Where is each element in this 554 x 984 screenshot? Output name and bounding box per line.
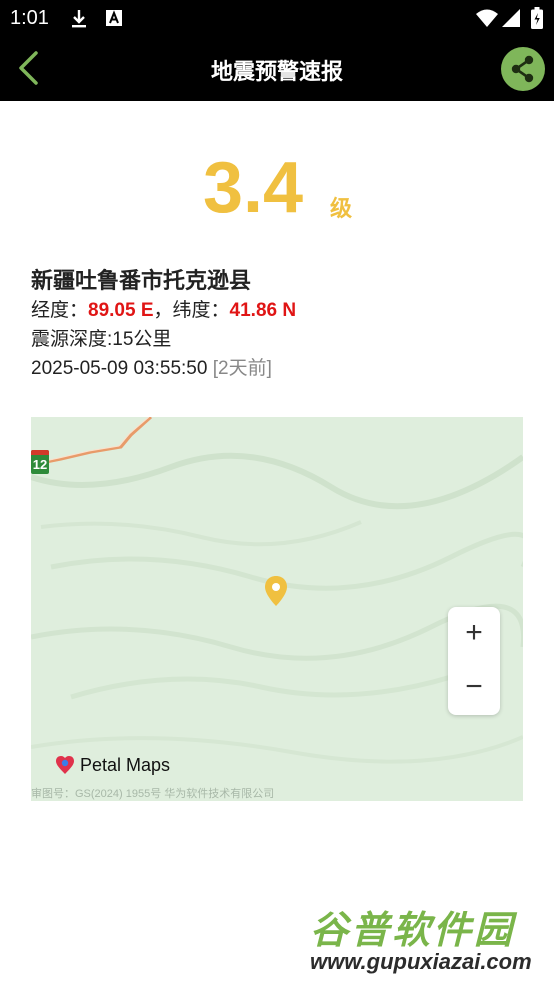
- coord-separator: ，: [153, 300, 173, 321]
- latitude-value: 41.86 N: [229, 300, 297, 321]
- epicenter-pin-icon[interactable]: [264, 575, 288, 607]
- quake-location: 新疆吐鲁番市托克逊县: [31, 268, 252, 293]
- depth-text: 震源深度:15公里: [31, 329, 172, 350]
- petal-maps-icon: [56, 756, 74, 775]
- status-bar: 1:01: [0, 0, 554, 36]
- datetime-row: 2025-05-09 03:55:50 [2天前]: [31, 354, 296, 383]
- signal-icon: [502, 9, 520, 27]
- app-bar: 地震预警速报: [0, 36, 554, 101]
- status-time: 1:01: [10, 7, 49, 29]
- map-copyright: 审图号：GS(2024) 1955号 华为软件技术有限公司: [31, 788, 275, 800]
- longitude-label: 经度：: [31, 300, 89, 321]
- zoom-in-button[interactable]: +: [448, 607, 500, 661]
- petal-maps-logo: Petal Maps: [55, 754, 170, 776]
- battery-icon: [531, 7, 543, 29]
- zoom-out-button[interactable]: −: [448, 661, 500, 715]
- road-badge: 12: [31, 450, 49, 474]
- magnitude-unit: 级: [330, 196, 353, 221]
- coordinates-row: 经度：89.05 E，纬度：41.86 N: [31, 296, 296, 325]
- page-title: 地震预警速报: [210, 59, 343, 84]
- quake-info: 新疆吐鲁番市托克逊县 经度：89.05 E，纬度：41.86 N 震源深度:15…: [31, 266, 296, 383]
- share-button[interactable]: [501, 47, 545, 91]
- download-icon: [72, 10, 86, 28]
- magnitude-value: 3.4: [203, 148, 304, 228]
- site-watermark: 谷普软件园 www.gupuxiazai.com: [304, 897, 550, 981]
- latitude-label: 纬度：: [172, 300, 230, 321]
- longitude-value: 89.05 E: [88, 300, 154, 321]
- a-badge-icon: [106, 10, 122, 26]
- magnitude-display: 3.4 级: [0, 145, 554, 235]
- time-ago: [2天前]: [212, 358, 272, 379]
- watermark-url: www.gupuxiazai.com: [310, 949, 532, 974]
- quake-datetime: 2025-05-09 03:55:50: [31, 358, 208, 379]
- map-view[interactable]: 12 + − Petal Maps 审图号：GS(2024) 1955号 华为软…: [31, 417, 523, 801]
- watermark-cn: 谷普软件园: [310, 910, 516, 952]
- zoom-in-icon: +: [465, 616, 483, 649]
- share-icon: [511, 55, 534, 83]
- zoom-controls: + −: [448, 607, 500, 715]
- zoom-out-icon: −: [465, 670, 483, 703]
- petal-maps-label: Petal Maps: [80, 754, 171, 775]
- wifi-icon: [476, 9, 498, 27]
